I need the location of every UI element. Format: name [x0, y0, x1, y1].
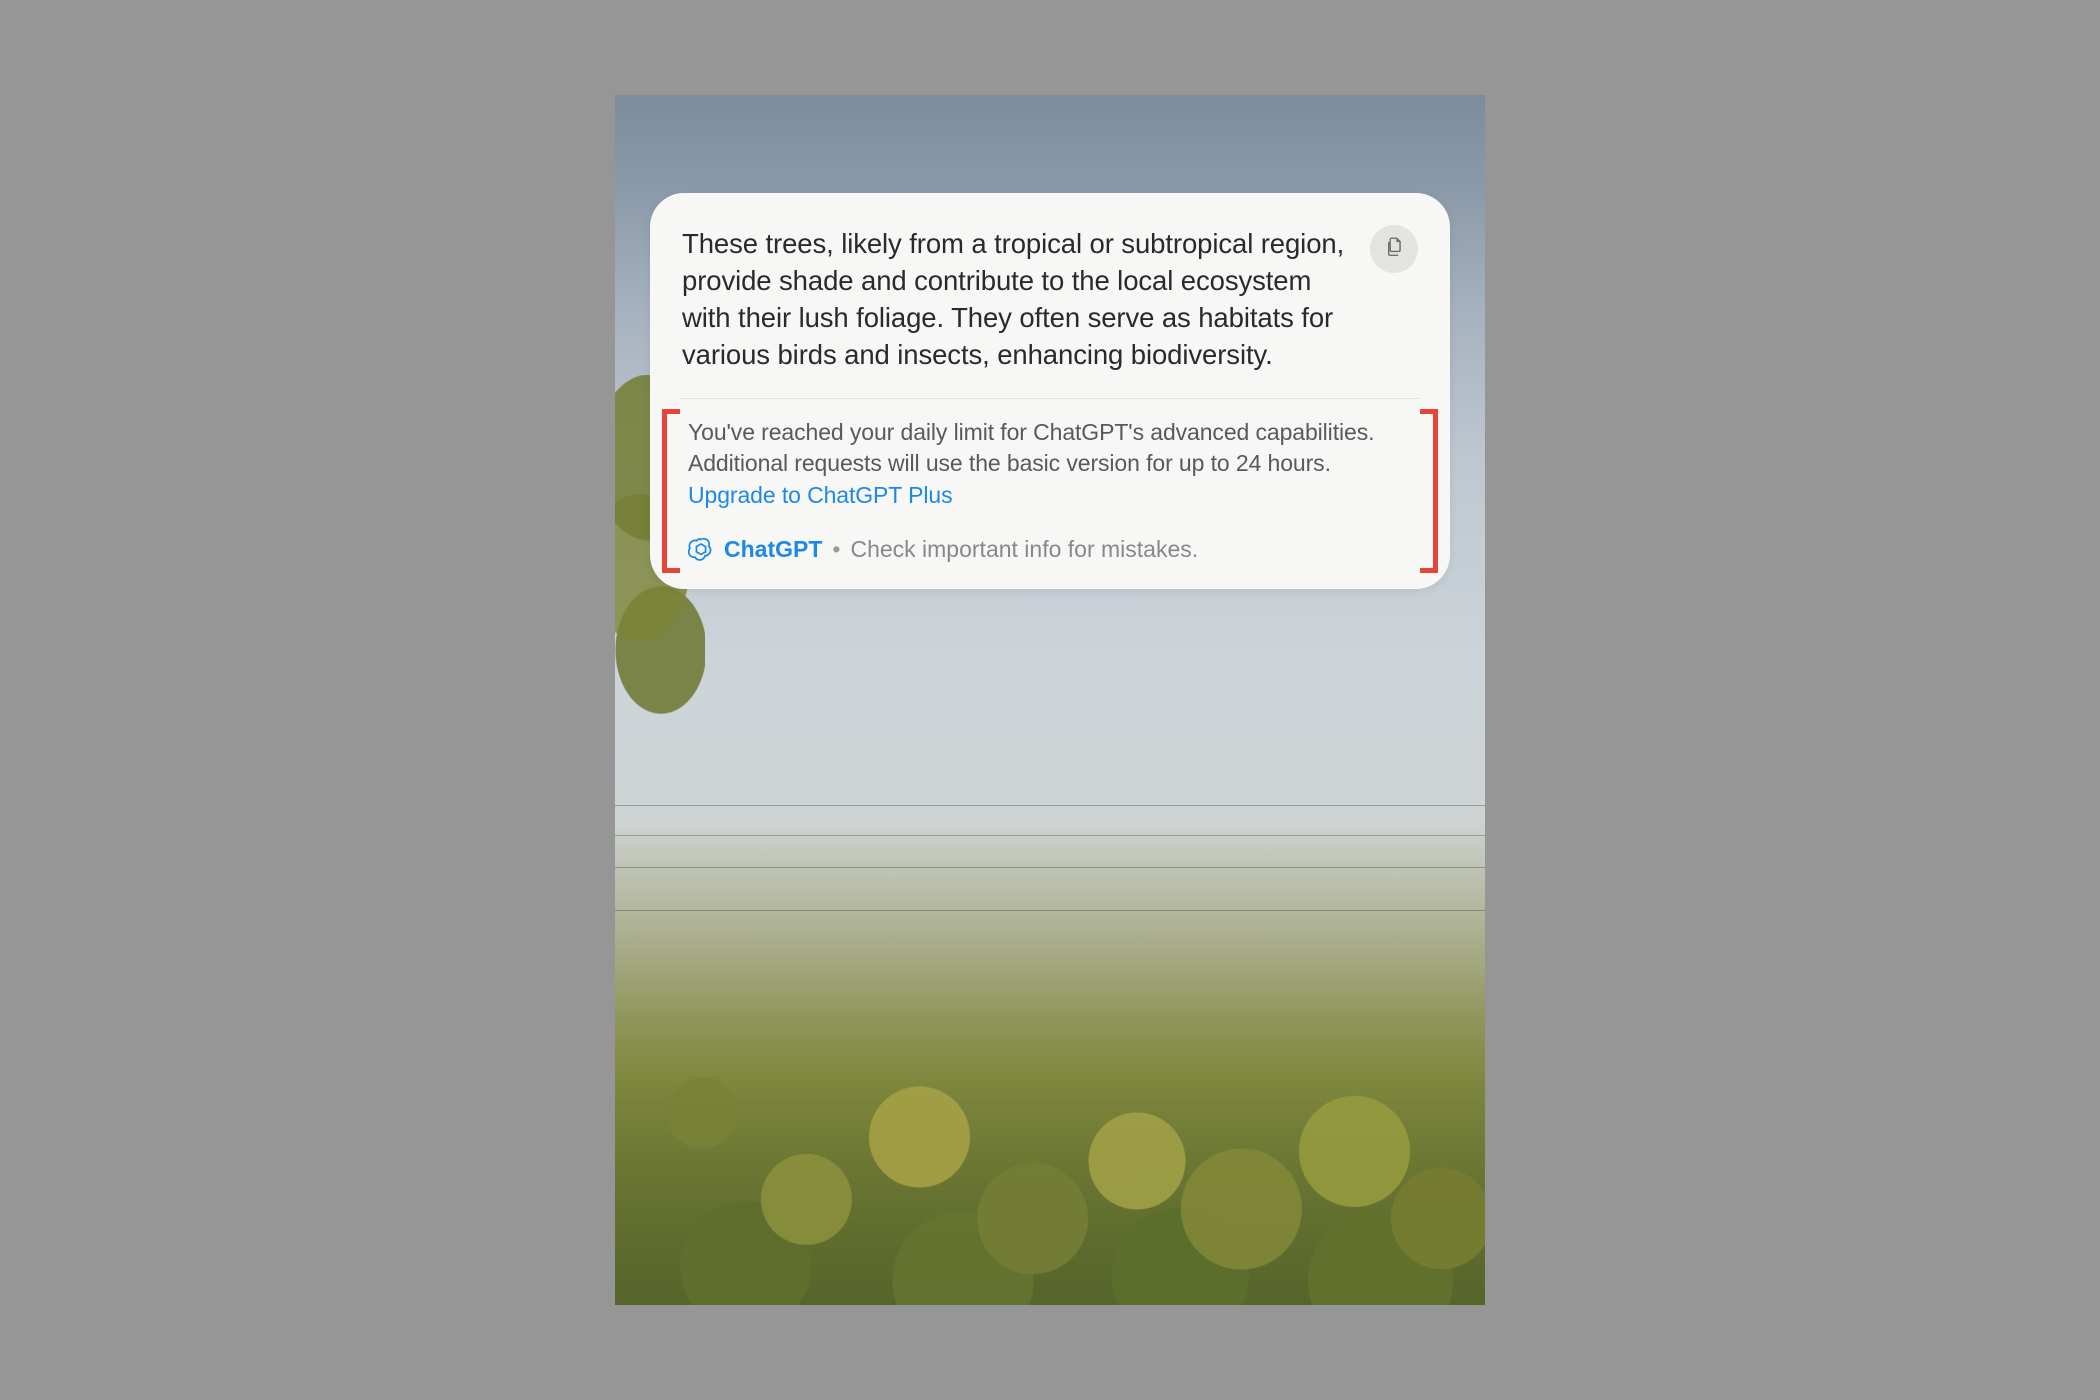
divider: [680, 398, 1420, 399]
background-photo: These trees, likely from a tropical or s…: [615, 95, 1485, 1305]
background-wires: [615, 795, 1485, 975]
limit-notice-section: You've reached your daily limit for Chat…: [682, 417, 1418, 563]
brand-label[interactable]: ChatGPT: [724, 536, 822, 563]
highlight-bracket-right: [1420, 409, 1438, 573]
copy-button[interactable]: [1370, 225, 1418, 273]
response-card: These trees, likely from a tropical or s…: [650, 193, 1450, 589]
disclaimer-text: Check important info for mistakes.: [850, 536, 1198, 563]
response-body-section: These trees, likely from a tropical or s…: [682, 225, 1418, 398]
separator-dot: •: [832, 536, 840, 563]
card-footer: ChatGPT • Check important info for mista…: [688, 536, 1412, 563]
upgrade-link[interactable]: Upgrade to ChatGPT Plus: [688, 482, 952, 508]
limit-notice-text: You've reached your daily limit for Chat…: [688, 417, 1412, 512]
highlight-bracket-left: [662, 409, 680, 573]
response-text: These trees, likely from a tropical or s…: [682, 225, 1358, 374]
openai-logo-icon: [688, 536, 714, 562]
limit-notice-message: You've reached your daily limit for Chat…: [688, 419, 1374, 477]
copy-icon: [1382, 235, 1406, 264]
